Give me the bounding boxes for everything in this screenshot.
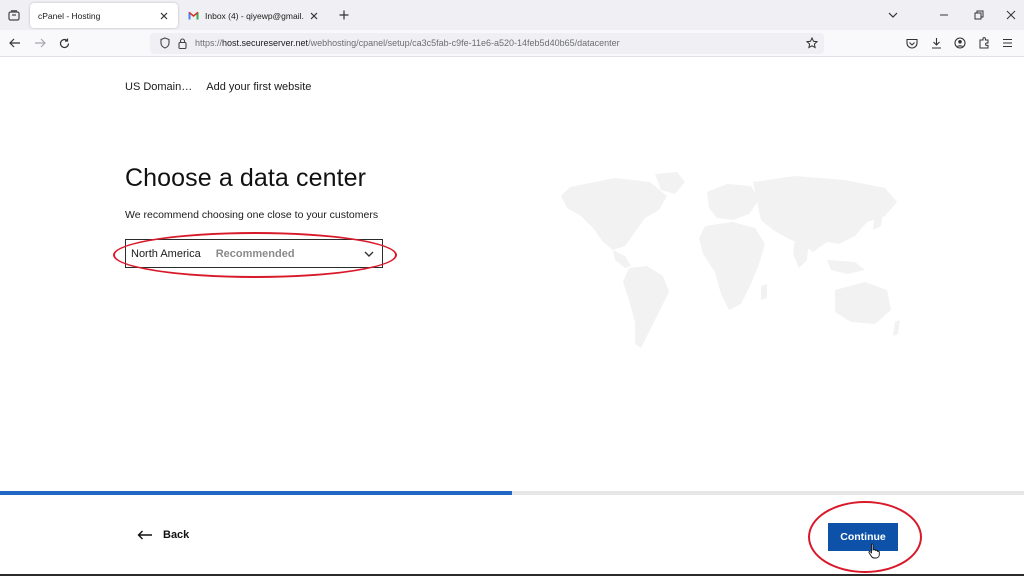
plus-icon[interactable]	[336, 7, 352, 23]
star-icon[interactable]	[805, 36, 819, 50]
close-icon[interactable]	[1003, 7, 1019, 23]
world-map-icon	[561, 172, 900, 348]
breadcrumb: US Domain… Add your first website	[125, 81, 311, 93]
tab-label: cPanel - Hosting	[38, 10, 101, 21]
url-scheme: https://	[195, 38, 223, 48]
datacenter-select-value: North America	[131, 247, 201, 260]
url-host: host.secureserver.net	[222, 38, 309, 48]
chevron-down-icon[interactable]	[885, 7, 901, 23]
close-icon[interactable]	[158, 10, 170, 22]
url-text[interactable]: https://host.secureserver.net/webhosting…	[195, 38, 620, 48]
nav-bar: https://host.secureserver.net/webhosting…	[0, 30, 1024, 57]
restore-icon[interactable]	[971, 7, 987, 23]
tab-gmail-inbox[interactable]: Inbox (4) - qiyewp@gmail.com	[180, 3, 328, 28]
tab-label: Inbox (4) - qiyewp@gmail.com	[205, 10, 304, 21]
lock-icon[interactable]	[175, 36, 189, 50]
breadcrumb-item-domain[interactable]: US Domain…	[125, 81, 192, 93]
menu-icon[interactable]	[999, 35, 1015, 51]
tab-list-icon[interactable]	[6, 7, 22, 23]
datacenter-select[interactable]: North America Recommended	[125, 239, 383, 268]
page-subtitle: We recommend choosing one close to your …	[125, 209, 379, 221]
pocket-icon[interactable]	[904, 35, 920, 51]
gmail-icon	[188, 11, 200, 21]
account-icon[interactable]	[952, 35, 968, 51]
minimize-icon[interactable]	[936, 7, 952, 23]
download-icon[interactable]	[928, 35, 944, 51]
tab-cpanel-hosting[interactable]: cPanel - Hosting	[30, 3, 178, 28]
arrow-left-icon	[137, 530, 152, 540]
page-content: US Domain… Add your first website Choose…	[0, 57, 1024, 576]
close-icon[interactable]	[308, 10, 320, 22]
tab-bar: cPanel - Hosting Inbox (4) - qiyewp@gmai…	[0, 0, 1024, 30]
shield-icon[interactable]	[158, 36, 172, 50]
url-bar[interactable]: https://host.secureserver.net/webhosting…	[150, 33, 824, 54]
pointer-cursor-icon	[868, 543, 880, 559]
reload-icon[interactable]	[55, 35, 73, 51]
back-label: Back	[163, 529, 190, 541]
breadcrumb-item-website: Add your first website	[206, 81, 312, 93]
back-arrow-icon[interactable]	[6, 35, 24, 51]
extensions-icon[interactable]	[976, 35, 992, 51]
continue-button[interactable]: Continue	[828, 523, 898, 551]
recommended-badge: Recommended	[215, 247, 295, 260]
forward-arrow-icon[interactable]	[31, 35, 49, 51]
back-button[interactable]: Back	[137, 529, 189, 541]
page-title: Choose a data center	[125, 164, 367, 192]
chevron-down-icon	[364, 251, 374, 257]
url-path: /webhosting/cpanel/setup/ca3c5fab-c9fe-1…	[308, 38, 620, 48]
progress-bar-fill	[0, 491, 512, 495]
progress-bar	[0, 491, 1024, 495]
